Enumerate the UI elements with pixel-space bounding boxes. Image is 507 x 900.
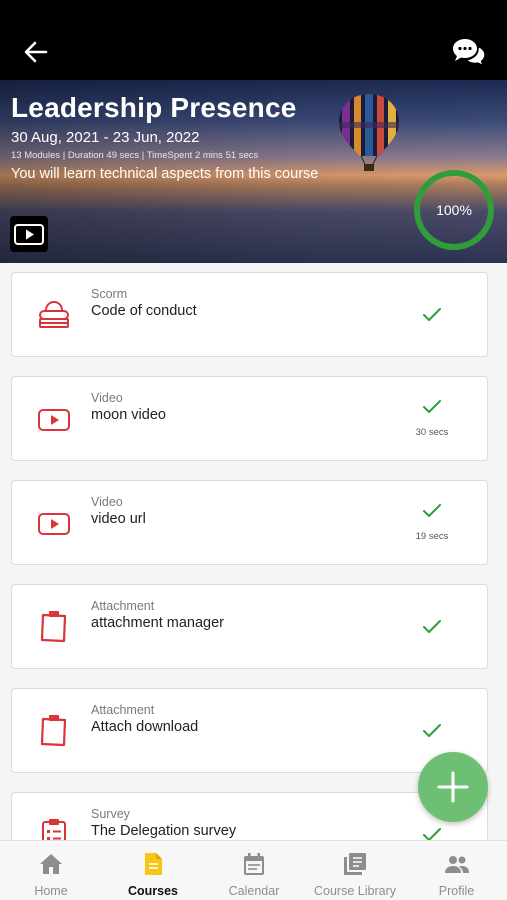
survey-icon	[34, 815, 74, 840]
module-card-survey[interactable]: Survey The Delegation survey	[11, 792, 488, 840]
module-type: Attachment	[91, 599, 155, 613]
module-title: Code of conduct	[91, 303, 197, 319]
completed-check-icon	[420, 305, 444, 325]
course-description: You will learn technical aspects from th…	[11, 166, 319, 182]
completed-check-icon	[420, 397, 444, 417]
nav-label: Home	[34, 884, 68, 898]
profile-icon	[444, 856, 469, 873]
course-dates: 30 Aug, 2021 - 23 Jun, 2022	[11, 129, 200, 146]
completed-check-icon	[420, 721, 444, 741]
module-card-scorm[interactable]: Scorm Code of conduct	[11, 272, 488, 357]
nav-item-profile[interactable]: Profile	[406, 841, 507, 900]
progress-percent: 100%	[436, 202, 472, 218]
clipboard-icon	[34, 607, 74, 647]
completed-check-icon	[420, 501, 444, 521]
add-button[interactable]	[418, 752, 488, 822]
video-icon	[34, 399, 74, 439]
hot-air-balloon-image	[339, 94, 399, 171]
module-card-video[interactable]: Video video url 19 secs	[11, 480, 488, 565]
library-icon	[344, 853, 366, 875]
module-type: Scorm	[91, 287, 128, 301]
course-banner: Leadership Presence 30 Aug, 2021 - 23 Ju…	[0, 80, 507, 263]
top-bar	[0, 0, 507, 80]
home-icon	[40, 854, 62, 874]
nav-label: Calendar	[228, 884, 280, 898]
module-type: Attachment	[91, 703, 155, 717]
course-meta: 13 Modules | Duration 49 secs | TimeSpen…	[11, 150, 259, 161]
nav-item-home[interactable]: Home	[0, 841, 102, 900]
completed-check-icon	[420, 617, 444, 637]
scorm-icon	[34, 295, 74, 335]
play-video-icon[interactable]	[10, 216, 48, 252]
back-arrow-icon[interactable]	[22, 38, 50, 66]
nav-item-course-library[interactable]: Course Library	[304, 841, 406, 900]
module-card-video[interactable]: Video moon video 30 secs	[11, 376, 488, 461]
chat-bubbles-icon[interactable]	[451, 36, 487, 68]
module-type: Video	[91, 391, 123, 405]
nav-item-calendar[interactable]: Calendar	[204, 841, 304, 900]
nav-item-courses[interactable]: Courses	[102, 841, 204, 900]
nav-label: Course Library	[314, 884, 396, 898]
bottom-navigation: Home Courses Calendar Course Library Pro…	[0, 840, 507, 900]
module-duration: 30 secs	[415, 427, 449, 438]
course-title: Leadership Presence	[11, 92, 297, 123]
module-title: The Delegation survey	[91, 823, 237, 839]
module-title: Attach download	[91, 719, 199, 735]
module-type: Video	[91, 495, 123, 509]
nav-label: Courses	[127, 884, 179, 898]
plus-icon	[437, 771, 469, 803]
module-title: moon video	[91, 407, 166, 423]
module-title: video url	[91, 511, 146, 527]
module-type: Survey	[91, 807, 130, 821]
video-icon	[34, 503, 74, 543]
completed-check-icon	[420, 825, 444, 840]
module-card-attachment[interactable]: Attachment Attach download	[11, 688, 488, 773]
clipboard-icon	[34, 711, 74, 751]
calendar-icon	[244, 853, 264, 875]
module-duration: 19 secs	[415, 531, 449, 542]
module-title: attachment manager	[91, 615, 224, 631]
module-card-attachment[interactable]: Attachment attachment manager	[11, 584, 488, 669]
courses-icon	[145, 853, 162, 875]
nav-label: Profile	[438, 884, 475, 898]
